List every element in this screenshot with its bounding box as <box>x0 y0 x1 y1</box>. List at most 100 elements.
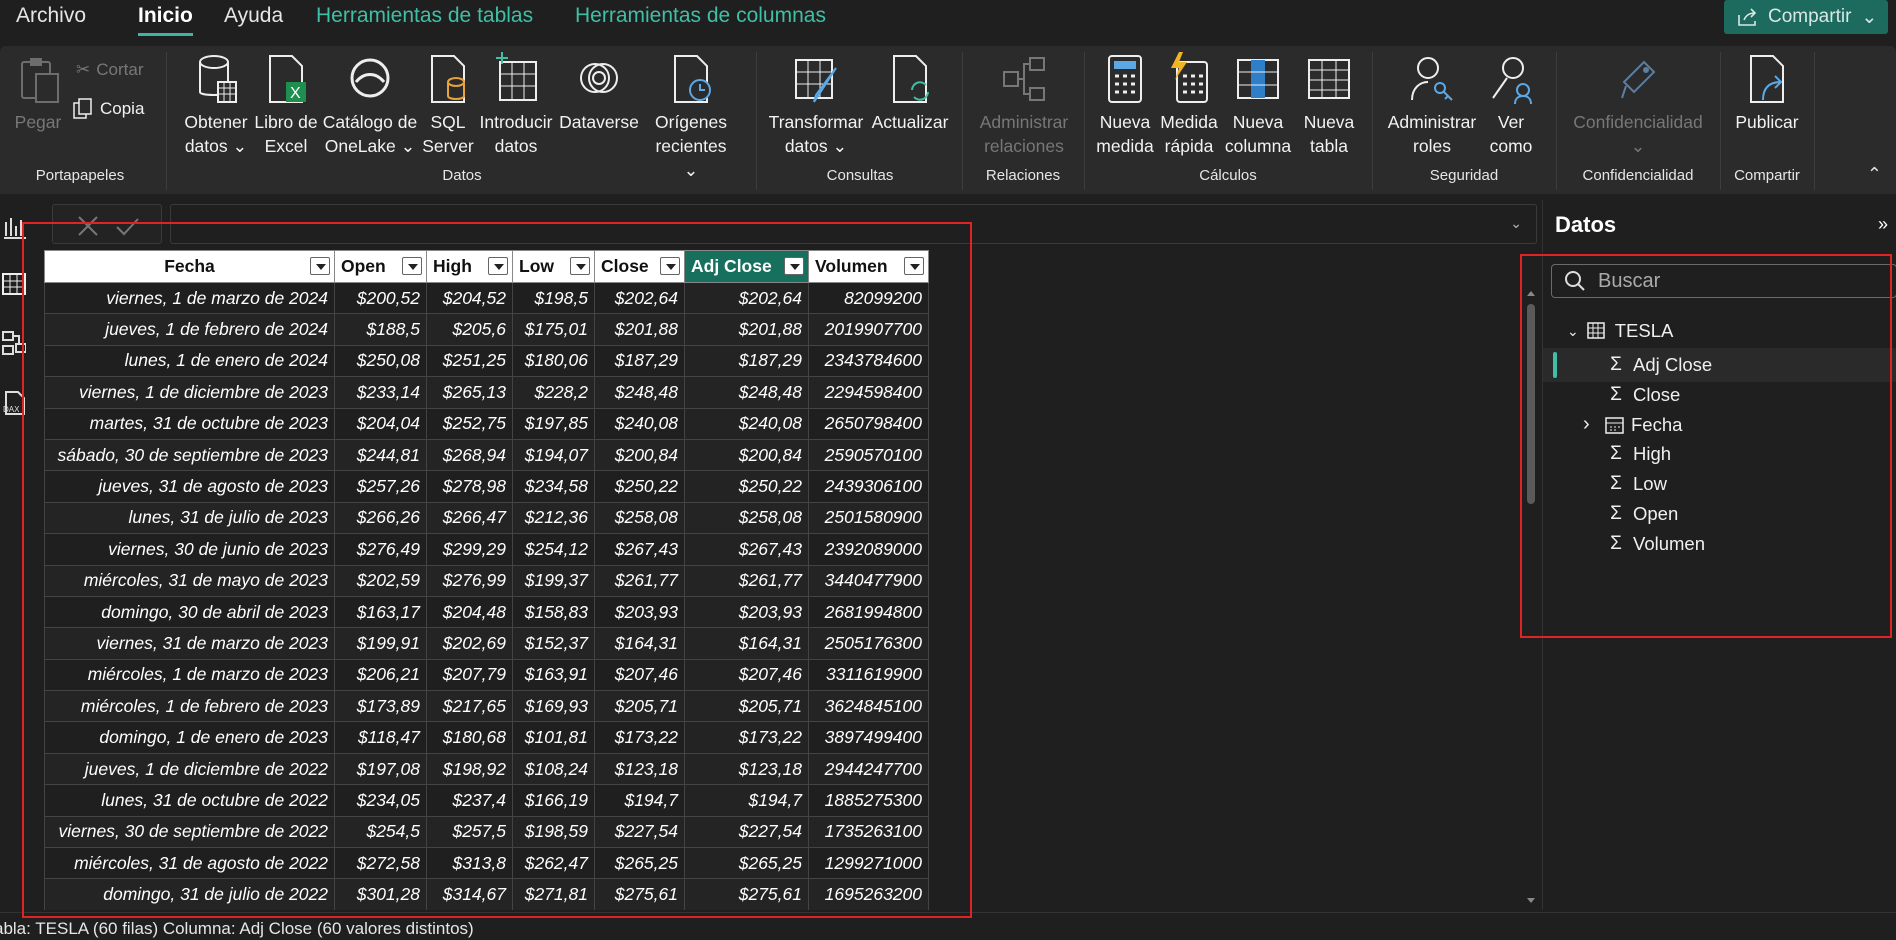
table-cell[interactable]: $248,48 <box>594 376 685 409</box>
table-cell[interactable]: $203,93 <box>594 595 685 629</box>
table-cell[interactable]: $198,5 <box>512 281 595 315</box>
table-cell[interactable]: $199,91 <box>334 627 427 660</box>
table-cell[interactable]: 2343784600 <box>808 344 929 378</box>
table-cell[interactable]: $205,6 <box>426 313 513 346</box>
table-cell[interactable]: jueves, 1 de febrero de 2024 <box>44 313 335 346</box>
table-cell[interactable]: $267,43 <box>684 533 809 566</box>
table-cell[interactable]: $227,54 <box>684 815 809 849</box>
table-cell[interactable]: $234,58 <box>512 470 595 503</box>
table-cell[interactable]: $163,91 <box>512 658 595 692</box>
chevron-down-icon[interactable]: ⌄ <box>1567 323 1579 340</box>
table-cell[interactable]: 1885275300 <box>808 784 929 817</box>
enter-data-button[interactable]: Introducir datos <box>476 52 556 158</box>
view-as-button[interactable]: Ver como <box>1478 52 1544 158</box>
table-cell[interactable]: $240,08 <box>594 407 685 440</box>
table-cell[interactable]: $237,4 <box>426 784 513 817</box>
table-cell[interactable]: $262,47 <box>512 847 595 880</box>
new-table-button[interactable]: Nueva tabla <box>1298 52 1360 158</box>
table-cell[interactable]: $158,83 <box>512 595 595 629</box>
table-cell[interactable]: $314,67 <box>426 878 513 910</box>
collapse-pane-icon[interactable]: » <box>1878 214 1888 235</box>
table-cell[interactable]: $123,18 <box>594 752 685 786</box>
table-cell[interactable]: $169,93 <box>512 690 595 723</box>
table-cell[interactable]: $173,22 <box>684 721 809 754</box>
table-cell[interactable]: $299,29 <box>426 533 513 566</box>
table-cell[interactable]: $212,36 <box>512 501 595 535</box>
table-cell[interactable]: miércoles, 1 de febrero de 2023 <box>44 690 335 723</box>
column-header[interactable]: Volumen <box>808 250 929 283</box>
filter-dropdown-icon[interactable] <box>904 257 924 275</box>
table-cell[interactable]: viernes, 1 de diciembre de 2023 <box>44 376 335 409</box>
column-header[interactable]: Adj Close <box>684 250 809 283</box>
table-cell[interactable]: 2501580900 <box>808 501 929 535</box>
quick-measure-button[interactable]: Medida rápida <box>1158 52 1220 158</box>
table-cell[interactable]: $200,52 <box>334 281 427 315</box>
table-cell[interactable]: $152,37 <box>512 627 595 660</box>
table-cell[interactable]: $175,01 <box>512 313 595 346</box>
onelake-catalog-button[interactable]: Catálogo de OneLake ⌄ <box>320 52 420 158</box>
table-cell[interactable]: $188,5 <box>334 313 427 346</box>
column-header[interactable]: Low <box>512 250 595 283</box>
table-cell[interactable]: 2392089000 <box>808 533 929 566</box>
scrollbar-thumb[interactable] <box>1527 304 1535 504</box>
table-cell[interactable]: $123,18 <box>684 752 809 786</box>
tree-table-tesla[interactable]: ⌄ TESLA <box>1543 314 1896 348</box>
table-view-icon[interactable] <box>2 272 26 298</box>
table-cell[interactable]: $187,29 <box>594 344 685 378</box>
sql-server-button[interactable]: SQL Server <box>420 52 476 158</box>
table-cell[interactable]: 3311619900 <box>808 658 929 692</box>
formula-input[interactable]: ⌄ <box>170 204 1537 244</box>
table-cell[interactable]: $252,75 <box>426 407 513 440</box>
table-cell[interactable]: $265,25 <box>594 847 685 880</box>
excel-workbook-button[interactable]: X Libro de Excel <box>250 52 322 158</box>
cancel-icon[interactable] <box>78 216 98 236</box>
table-cell[interactable]: $202,59 <box>334 564 427 597</box>
refresh-button[interactable]: Actualizar <box>868 52 952 134</box>
table-cell[interactable]: $240,08 <box>684 407 809 440</box>
recent-sources-button[interactable]: Orígenes recientes ⌄ <box>646 52 736 182</box>
table-cell[interactable]: $233,14 <box>334 376 427 409</box>
table-cell[interactable]: $244,81 <box>334 438 427 472</box>
table-cell[interactable]: $234,05 <box>334 784 427 817</box>
table-cell[interactable]: viernes, 30 de septiembre de 2022 <box>44 815 335 849</box>
table-cell[interactable]: $204,04 <box>334 407 427 440</box>
table-cell[interactable]: 2944247700 <box>808 752 929 786</box>
table-cell[interactable]: $205,71 <box>684 690 809 723</box>
table-cell[interactable]: $173,89 <box>334 690 427 723</box>
table-cell[interactable]: $265,13 <box>426 376 513 409</box>
copy-button[interactable]: Copia <box>72 98 144 120</box>
column-header[interactable]: Fecha <box>44 250 335 283</box>
table-cell[interactable]: $194,07 <box>512 438 595 472</box>
menu-archivo[interactable]: Archivo <box>16 4 86 28</box>
table-cell[interactable]: domingo, 30 de abril de 2023 <box>44 595 335 629</box>
table-cell[interactable]: $204,52 <box>426 281 513 315</box>
table-cell[interactable]: $202,69 <box>426 627 513 660</box>
table-cell[interactable]: $198,59 <box>512 815 595 849</box>
table-cell[interactable]: $180,06 <box>512 344 595 378</box>
table-cell[interactable]: $271,81 <box>512 878 595 910</box>
table-cell[interactable]: $201,88 <box>594 313 685 346</box>
table-cell[interactable]: miércoles, 31 de agosto de 2022 <box>44 847 335 880</box>
table-cell[interactable]: 1735263100 <box>808 815 929 849</box>
table-cell[interactable]: 3897499400 <box>808 721 929 754</box>
table-cell[interactable]: 3624845100 <box>808 690 929 723</box>
table-cell[interactable]: miércoles, 31 de mayo de 2023 <box>44 564 335 597</box>
table-cell[interactable]: lunes, 1 de enero de 2024 <box>44 344 335 378</box>
table-cell[interactable]: domingo, 1 de enero de 2023 <box>44 721 335 754</box>
column-header[interactable]: Close <box>594 250 685 283</box>
table-cell[interactable]: $164,31 <box>684 627 809 660</box>
table-cell[interactable]: $197,85 <box>512 407 595 440</box>
menu-herramientas-tablas[interactable]: Herramientas de tablas <box>316 4 533 28</box>
table-cell[interactable]: $200,84 <box>684 438 809 472</box>
table-cell[interactable]: $200,84 <box>594 438 685 472</box>
table-cell[interactable]: $163,17 <box>334 595 427 629</box>
paste-button[interactable]: Pegar <box>8 52 68 134</box>
table-cell[interactable]: $202,64 <box>684 281 809 315</box>
publish-button[interactable]: Publicar <box>1724 52 1810 134</box>
table-cell[interactable]: lunes, 31 de julio de 2023 <box>44 501 335 535</box>
table-cell[interactable]: viernes, 30 de junio de 2023 <box>44 533 335 566</box>
table-cell[interactable]: $313,8 <box>426 847 513 880</box>
filter-dropdown-icon[interactable] <box>570 257 590 275</box>
table-cell[interactable]: $227,54 <box>594 815 685 849</box>
table-cell[interactable]: 2650798400 <box>808 407 929 440</box>
